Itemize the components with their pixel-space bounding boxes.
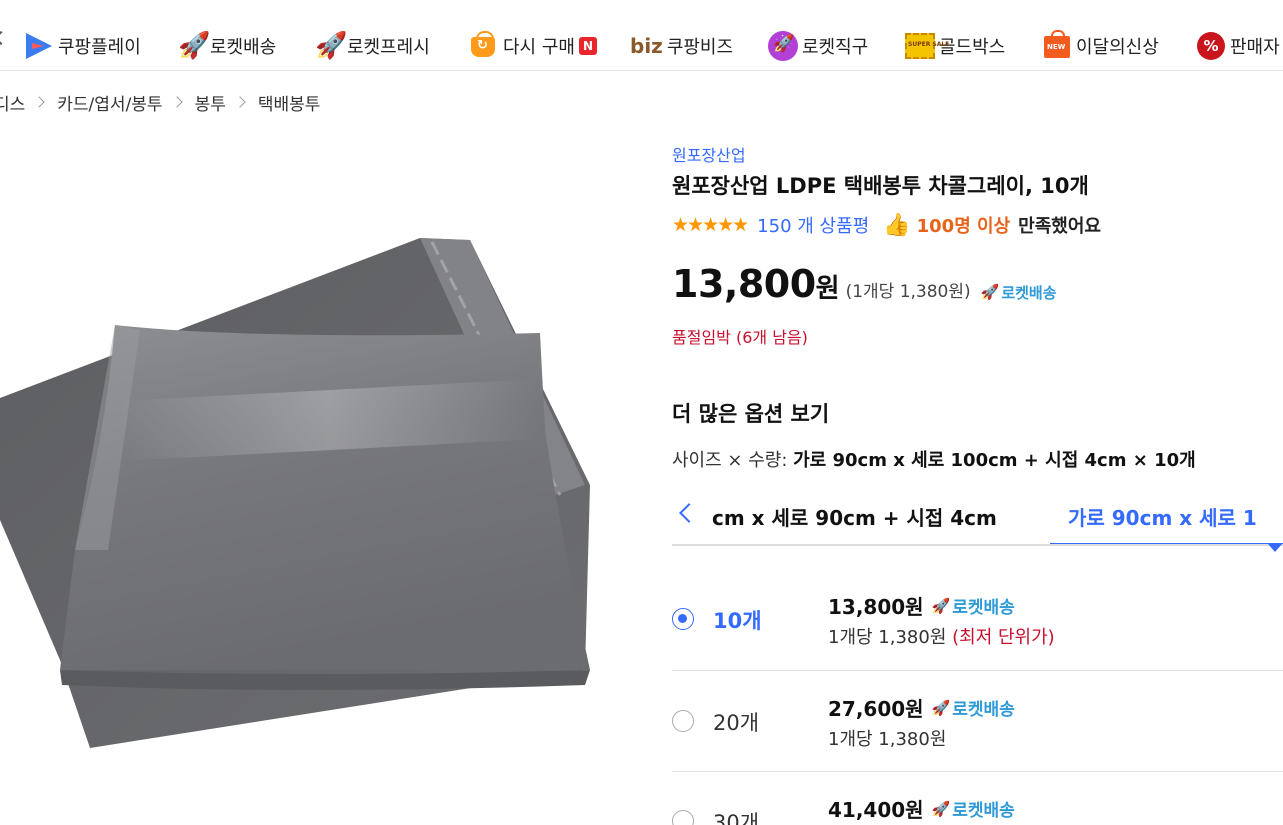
coupang-play-icon (24, 31, 54, 61)
nav-coupang-biz[interactable]: biz 쿠팡비즈 (630, 28, 733, 64)
option-quantity: 30개 (713, 811, 760, 825)
option-price: 41,400원 🚀 로켓배송 (828, 798, 1015, 822)
rocket-delivery-badge: 🚀 로켓배송 (980, 283, 1057, 302)
unit-price: (1개당 1,380원) (845, 282, 971, 302)
brand-link[interactable]: 원포장산업 (672, 142, 746, 166)
quantity-option-row[interactable]: 30개 41,400원 🚀 로켓배송 (672, 772, 1283, 825)
review-count-link[interactable]: 150 개 상품평 (757, 212, 869, 238)
breadcrumb-item[interactable]: 택배봉투 (258, 90, 321, 115)
nav-goldbox[interactable]: 골드박스 (905, 28, 1005, 64)
new-bag-icon (1042, 30, 1072, 61)
tab-size-option-active[interactable]: 가로 90cm x 세로 1 (1050, 494, 1283, 544)
chevron-left-icon[interactable] (679, 503, 699, 523)
satisfaction-text: 만족했어요 (1018, 216, 1101, 237)
rocket-delivery-badge: 🚀 로켓배송 (931, 596, 1015, 619)
top-category-nav: 쿠팡플레이 🚀 로켓배송 🚀 로켓프레시 다시 구매 N biz 쿠팡비즈 로켓… (0, 0, 1283, 71)
product-image[interactable] (0, 230, 600, 760)
radio-button[interactable] (672, 710, 694, 732)
seller-percent-icon: % (1196, 31, 1226, 61)
size-option-tabs: cm x 세로 90cm + 시접 4cm 가로 90cm x 세로 1 (672, 494, 1283, 546)
product-title: 원포장산업 LDPE 택배봉투 차콜그레이, 10개 (672, 174, 1089, 198)
more-options-heading: 더 많은 옵션 보기 (672, 402, 830, 426)
nav-seller[interactable]: % 판매자 (1196, 28, 1280, 64)
new-badge: N (578, 37, 597, 55)
option-price: 13,800원 🚀 로켓배송 (828, 595, 1015, 619)
option-price: 27,600원 🚀 로켓배송 (828, 697, 1015, 721)
nav-rebuy[interactable]: 다시 구매 N (469, 28, 597, 64)
rocket-fresh-icon: 🚀 (315, 31, 348, 61)
rocket-icon: 🚀 (931, 698, 951, 717)
nav-rocket-fresh[interactable]: 🚀 로켓프레시 (313, 28, 430, 64)
lowest-unit-price-note: (최저 단위가) (952, 627, 1055, 648)
breadcrumb-item[interactable]: 봉투 (195, 90, 226, 115)
option-quantity: 10개 (713, 609, 762, 633)
rocket-jikgu-icon (768, 31, 798, 61)
chevron-right-icon (234, 96, 246, 108)
rocket-icon: 🚀 (980, 283, 1000, 301)
quantity-option-row[interactable]: 20개 27,600원 🚀 로켓배송 1개당 1,380원 (672, 671, 1283, 772)
nav-coupang-play[interactable]: 쿠팡플레이 (24, 28, 141, 64)
goldbox-icon (905, 31, 935, 61)
satisfaction-count: 100명 이상 (916, 216, 1011, 237)
thumbs-up-icon: 👍 (883, 212, 911, 238)
rebuy-basket-icon (469, 31, 499, 61)
rating-row: ★★★★★ 150 개 상품평 👍 100명 이상 만족했어요 (672, 210, 1101, 240)
breadcrumb: 디스 카드/엽서/봉투 봉투 택배봉투 (0, 90, 321, 115)
rocket-icon: 🚀 (931, 596, 951, 615)
rocket-icon: 🚀 (931, 799, 951, 818)
option-unit-price: 1개당 1,380원 (최저 단위가) (828, 627, 1055, 648)
nav-rocket-jikgu[interactable]: 로켓직구 (768, 28, 868, 64)
sale-price: 13,800 (672, 262, 816, 306)
caret-down-icon (1268, 544, 1282, 552)
chevron-left-icon[interactable] (0, 30, 9, 46)
biz-logo: biz (630, 34, 663, 58)
radio-button[interactable] (672, 608, 694, 630)
star-rating: ★★★★★ (672, 214, 749, 236)
quantity-option-row[interactable]: 10개 13,800원 🚀 로켓배송 1개당 1,380원 (최저 단위가) (672, 566, 1283, 671)
breadcrumb-item[interactable]: 카드/엽서/봉투 (57, 90, 162, 115)
nav-rocket-delivery[interactable]: 🚀 로켓배송 (176, 28, 276, 64)
price-currency: 원 (815, 274, 840, 304)
option-quantity: 20개 (713, 711, 760, 735)
nav-new-arrivals[interactable]: 이달의신상 (1042, 28, 1159, 64)
radio-button[interactable] (672, 810, 694, 825)
stock-notice: 품절임박 (6개 남음) (672, 328, 808, 347)
price-row: 13,800 원 (1개당 1,380원) 🚀 로켓배송 (672, 262, 1057, 312)
rocket-delivery-badge: 🚀 로켓배송 (931, 799, 1015, 822)
rocket-icon: 🚀 (178, 31, 211, 61)
option-unit-price: 1개당 1,380원 (828, 729, 947, 750)
tab-size-option[interactable]: cm x 세로 90cm + 시접 4cm (712, 502, 997, 531)
rocket-delivery-badge: 🚀 로켓배송 (931, 698, 1015, 721)
selected-option-summary: 사이즈 × 수량: 가로 90cm x 세로 100cm + 시접 4cm × … (672, 450, 1196, 471)
breadcrumb-item[interactable]: 디스 (0, 90, 25, 115)
chevron-right-icon (33, 96, 45, 108)
chevron-right-icon (170, 96, 183, 108)
